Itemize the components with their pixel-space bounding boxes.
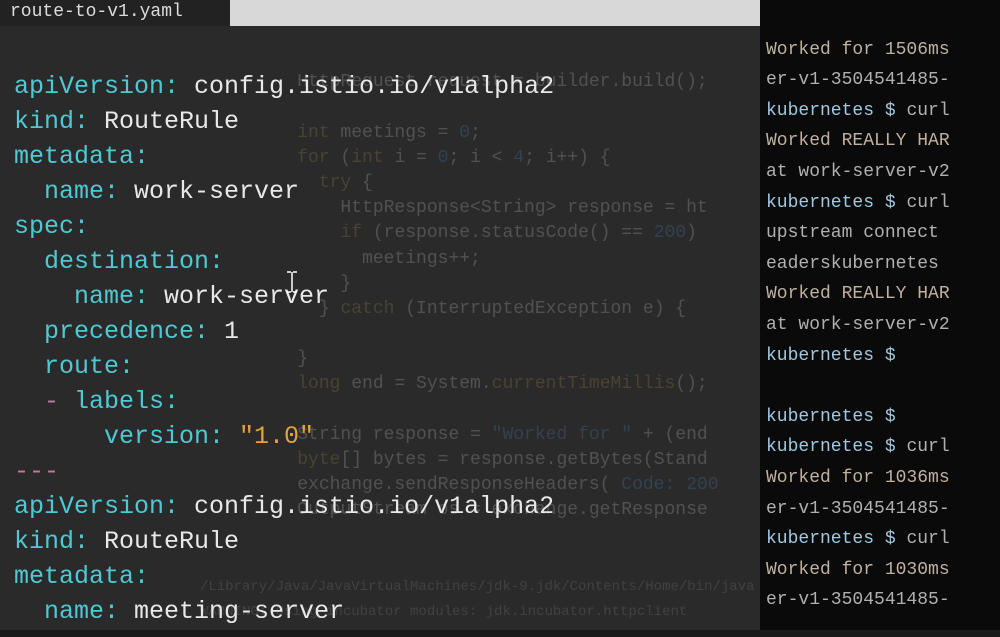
term-line: Worked for 1036ms: [766, 468, 950, 488]
term-line: at work-server-v2: [766, 315, 950, 335]
term-line: Worked for 1506ms: [766, 40, 950, 60]
yaml-doc-separator: ---: [14, 457, 59, 486]
yaml-key: destination:: [14, 247, 224, 276]
yaml-key: metadata:: [14, 142, 149, 171]
yaml-key: kind:: [14, 107, 89, 136]
editor-tab-active[interactable]: route-to-v1.yaml: [0, 0, 230, 26]
yaml-key: name:: [14, 597, 119, 626]
yaml-key: name:: [14, 282, 149, 311]
yaml-key: precedence:: [14, 317, 209, 346]
term-line: Worked REALLY HAR: [766, 284, 950, 304]
term-line: er-v1-3504541485-: [766, 499, 950, 519]
yaml-key: metadata:: [14, 562, 149, 591]
term-line: Worked REALLY HAR: [766, 131, 950, 151]
term-prompt: kubernetes $: [766, 529, 906, 549]
term-prompt: kubernetes $: [766, 101, 906, 121]
tab-filename: route-to-v1.yaml: [10, 2, 183, 22]
yaml-key: name:: [14, 177, 119, 206]
term-line: er-v1-3504541485-: [766, 70, 950, 90]
term-prompt: kubernetes $: [766, 193, 906, 213]
term-prompt: kubernetes $: [766, 346, 896, 366]
yaml-key: route:: [14, 352, 134, 381]
yaml-key: spec:: [14, 212, 89, 241]
terminal-pane[interactable]: Worked for 1506ms er-v1-3504541485- kube…: [760, 0, 1000, 630]
editor-tab-bar: [230, 0, 760, 26]
yaml-dash: -: [14, 387, 74, 416]
yaml-key: apiVersion:: [14, 492, 179, 521]
yaml-editor[interactable]: apiVersion: config.istio.io/v1alpha2 kin…: [0, 26, 760, 637]
term-line: upstream connect: [766, 223, 950, 243]
yaml-key: apiVersion:: [14, 72, 179, 101]
term-line: at work-server-v2: [766, 162, 950, 182]
term-line: Worked for 1030ms: [766, 560, 950, 580]
term-line: er-v1-3504541485-: [766, 590, 950, 610]
yaml-key: kind:: [14, 527, 89, 556]
term-prompt: kubernetes $: [766, 407, 896, 427]
yaml-key: version:: [14, 422, 224, 451]
term-line: eaderskubernetes: [766, 254, 950, 274]
term-prompt: kubernetes $: [766, 437, 906, 457]
